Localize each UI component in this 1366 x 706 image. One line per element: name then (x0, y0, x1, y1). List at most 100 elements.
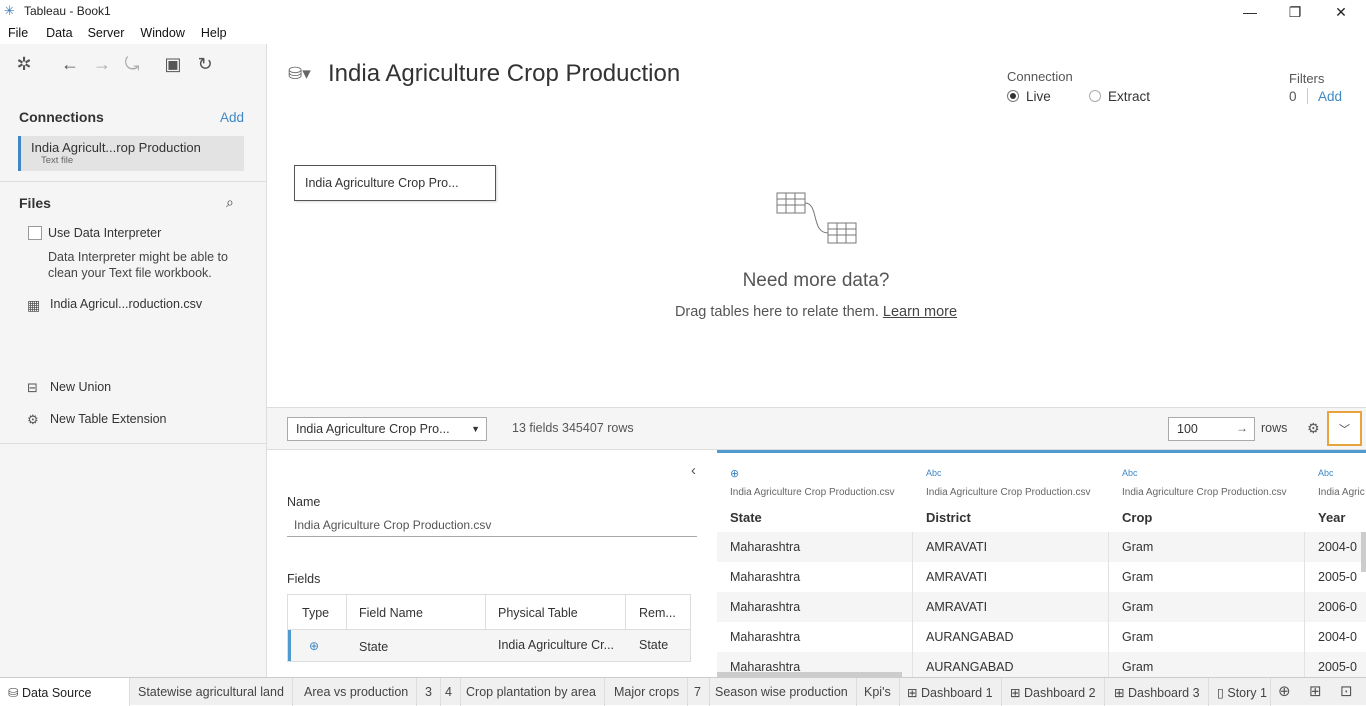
connection-label: Connection (1007, 69, 1073, 84)
use-interpreter-checkbox[interactable] (28, 226, 42, 240)
header-type[interactable]: Type (302, 606, 329, 620)
tab-sheet[interactable]: Major crops (606, 678, 689, 706)
string-type-icon[interactable]: Abc (1122, 468, 1138, 478)
tab-sheet[interactable]: Season wise production (707, 678, 857, 706)
name-field[interactable]: India Agriculture Crop Production.csv (294, 518, 491, 532)
close-button[interactable]: ✕ (1318, 0, 1364, 24)
vertical-scrollbar[interactable] (1361, 532, 1366, 572)
menu-help[interactable]: Help (201, 24, 227, 44)
connection-name: India Agricult...rop Production (31, 140, 201, 155)
new-table-extension-item[interactable]: New Table Extension (50, 412, 167, 426)
grid-cell: AURANGABAD (926, 660, 1014, 674)
grid-column-district[interactable]: Abc India Agriculture Crop Production.cs… (913, 450, 1109, 677)
connection-item[interactable]: India Agricult...rop Production Text fil… (18, 136, 244, 171)
relate-tables-icon (776, 192, 857, 244)
drag-tables-label: Drag tables here to relate them. (674, 304, 879, 320)
grid-cell: AMRAVATI (926, 540, 988, 554)
learn-more-link[interactable]: Learn more (883, 304, 957, 320)
new-union-item[interactable]: New Union (50, 380, 111, 394)
grid-cell: 2006-0 (1318, 600, 1357, 614)
minimize-button[interactable]: — (1227, 0, 1273, 24)
column-header[interactable]: ⊕ India Agriculture Crop Production.csv … (717, 450, 913, 532)
canvas-table[interactable]: India Agriculture Crop Pro... (294, 165, 496, 201)
search-icon[interactable]: ⌕ (226, 194, 234, 211)
refresh-icon[interactable]: ↻ (194, 54, 216, 74)
table-row[interactable]: ⊕ State India Agriculture Cr... State (288, 630, 690, 661)
column-header[interactable]: Abc India Agric Year (1305, 450, 1366, 532)
datasource-icon[interactable]: ⛁▾ (288, 64, 311, 84)
table-select[interactable]: India Agriculture Crop Pro... ▼ (287, 417, 487, 441)
sheet-tabs: ⛁ Data Source Statewise agricultural lan… (0, 677, 1366, 706)
tableau-start-icon[interactable]: ✲ (14, 54, 34, 74)
datasource-title[interactable]: India Agriculture Crop Production (328, 60, 680, 88)
fields-table: Type Field Name Physical Table Rem... ⊕ … (287, 594, 691, 662)
dashboard-icon: ⊞ (1114, 686, 1125, 700)
grid-column-crop[interactable]: Abc India Agriculture Crop Production.cs… (1109, 450, 1305, 677)
row-physical-table: India Agriculture Cr... (498, 638, 615, 652)
extract-label[interactable]: Extract (1108, 89, 1150, 104)
grid-column-state[interactable]: ⊕ India Agriculture Crop Production.csv … (717, 450, 913, 677)
row-remote: State (639, 638, 669, 652)
tab-story[interactable]: ▯ Story 1 (1209, 678, 1271, 706)
grid-cell: 2004-0 (1318, 540, 1357, 554)
tab-sheet[interactable]: Kpi's (856, 678, 900, 706)
title-bar: ✳ Tableau - Book1 — ❐ ✕ (0, 0, 1366, 24)
undo-icon[interactable]: ← (58, 54, 82, 74)
string-type-icon[interactable]: Abc (926, 468, 942, 478)
tab-dashboard[interactable]: ⊞ Dashboard 1 (899, 678, 1002, 706)
tab-data-source[interactable]: ⛁ Data Source (0, 678, 130, 706)
collapse-grid-button[interactable]: ﹀ (1327, 411, 1362, 446)
live-radio[interactable] (1007, 90, 1019, 102)
grid-column-year[interactable]: Abc India Agric Year 2004-0 2005-0 2006-… (1305, 450, 1366, 677)
column-source: India Agriculture Crop Production.csv (1122, 487, 1287, 498)
replay-icon[interactable]: ⤿ (120, 54, 144, 74)
menu-data[interactable]: Data (46, 24, 72, 44)
arrow-right-icon[interactable]: → (1236, 421, 1248, 435)
globe-icon[interactable]: ⊕ (730, 467, 739, 480)
grid-cell: Maharashtra (730, 540, 801, 554)
save-icon[interactable]: ▣ (162, 54, 184, 74)
divider (485, 595, 486, 630)
table-select-value: India Agriculture Crop Pro... (296, 422, 450, 436)
menu-window[interactable]: Window (140, 24, 184, 44)
add-connection-link[interactable]: Add (220, 110, 244, 125)
new-worksheet-icon[interactable]: ⊕ (1278, 682, 1291, 700)
files-heading: Files (19, 195, 51, 211)
live-label[interactable]: Live (1026, 89, 1051, 104)
tab-sheet[interactable]: Statewise agricultural land (130, 678, 293, 706)
menu-file[interactable]: File (8, 24, 28, 44)
column-header[interactable]: Abc India Agriculture Crop Production.cs… (913, 450, 1109, 532)
header-remote[interactable]: Rem... (639, 606, 676, 620)
header-physical-table[interactable]: Physical Table (498, 606, 578, 620)
new-story-icon[interactable]: ⊡ (1340, 682, 1353, 700)
grid-cell: AMRAVATI (926, 600, 988, 614)
string-type-icon[interactable]: Abc (1318, 468, 1334, 478)
rows-label: rows (1261, 421, 1288, 435)
use-interpreter-label[interactable]: Use Data Interpreter (48, 226, 161, 240)
column-header[interactable]: Abc India Agriculture Crop Production.cs… (1109, 450, 1305, 532)
grid-cell: Maharashtra (730, 630, 801, 644)
new-dashboard-icon[interactable]: ⊞ (1309, 682, 1322, 700)
tab-dashboard[interactable]: ⊞ Dashboard 2 (1002, 678, 1105, 706)
union-icon: ⊟ (27, 380, 38, 395)
column-source: India Agriculture Crop Production.csv (926, 487, 1091, 498)
tab-dashboard[interactable]: ⊞ Dashboard 3 (1106, 678, 1209, 706)
grid-cell: 2005-0 (1318, 660, 1357, 674)
left-pane: ✲ ← → ⤿ ▣ ↻ Connections Add India Agricu… (0, 44, 267, 677)
settings-gear-icon[interactable]: ⚙ (1307, 420, 1320, 437)
drag-tables-text: Drag tables here to relate them. Learn m… (0, 304, 1366, 320)
grid-cell: Gram (1122, 540, 1154, 554)
rows-input[interactable]: 100 → (1168, 417, 1255, 441)
header-field-name[interactable]: Field Name (359, 606, 423, 620)
tab-sheet[interactable]: Crop plantation by area (458, 678, 605, 706)
filters-add-link[interactable]: Add (1318, 89, 1342, 104)
collapse-left-icon[interactable]: ‹ (691, 462, 696, 479)
row-field-name: State (359, 640, 389, 654)
redo-icon[interactable]: → (90, 54, 114, 74)
grid-cell: Gram (1122, 660, 1154, 674)
tab-sheet[interactable]: Area vs production (296, 678, 418, 706)
extract-radio[interactable] (1089, 90, 1101, 102)
restore-button[interactable]: ❐ (1272, 0, 1318, 24)
menu-server[interactable]: Server (88, 24, 125, 44)
tab-label: Dashboard 1 (920, 686, 993, 700)
